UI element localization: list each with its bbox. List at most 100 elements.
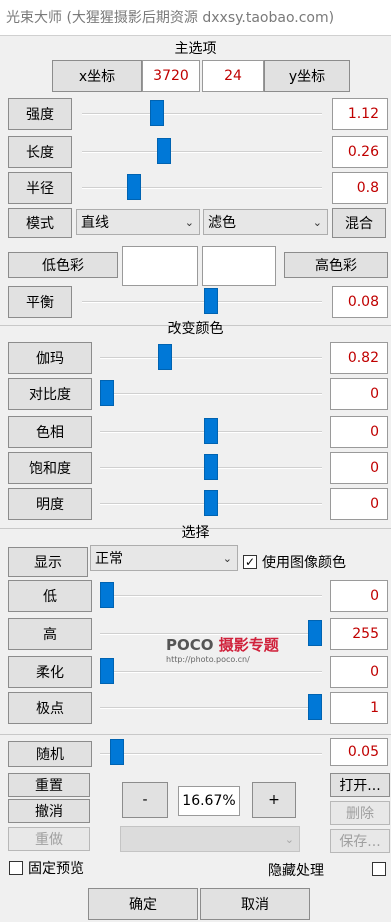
- high-value[interactable]: 255: [330, 618, 388, 650]
- soften-slider-thumb[interactable]: [100, 658, 114, 684]
- pole-slider-track[interactable]: [100, 707, 322, 709]
- contrast-label: 对比度: [8, 378, 92, 410]
- chevron-down-icon: ⌄: [312, 215, 322, 229]
- saturation-value[interactable]: 0: [330, 452, 388, 484]
- strength-value[interactable]: 1.12: [332, 98, 388, 130]
- zoom-value: 16.67%: [178, 786, 240, 816]
- random-button[interactable]: 随机: [8, 741, 92, 767]
- preset-select[interactable]: ⌄: [120, 826, 300, 852]
- main-section-title: 主选项: [174, 41, 217, 57]
- gamma-slider-track[interactable]: [100, 357, 322, 359]
- radius-value[interactable]: 0.8: [332, 172, 388, 204]
- blend-select[interactable]: 滤色 ⌄: [203, 209, 328, 235]
- pole-label: 极点: [8, 692, 92, 724]
- chevron-down-icon: ⌄: [284, 832, 294, 846]
- high-color-button[interactable]: 高色彩: [284, 252, 388, 278]
- brightness-value[interactable]: 0: [330, 488, 388, 520]
- low-slider-thumb[interactable]: [100, 582, 114, 608]
- random-slider-track[interactable]: [100, 753, 322, 755]
- low-label: 低: [8, 580, 92, 612]
- y-coordinate-value[interactable]: 24: [202, 60, 264, 92]
- gamma-value[interactable]: 0.82: [330, 342, 388, 374]
- mode-label: 模式: [8, 208, 72, 238]
- strength-label: 强度: [8, 98, 72, 130]
- high-slider-thumb[interactable]: [308, 620, 322, 646]
- check-icon: ✓: [244, 555, 256, 569]
- pole-slider-thumb[interactable]: [308, 694, 322, 720]
- soften-label: 柔化: [8, 656, 92, 688]
- strength-slider-track[interactable]: [82, 113, 322, 115]
- x-coordinate-value[interactable]: 3720: [142, 60, 200, 92]
- select-section-title: 选择: [181, 525, 210, 541]
- pole-value[interactable]: 1: [330, 692, 388, 724]
- mode-select[interactable]: 直线 ⌄: [76, 209, 200, 235]
- length-slider-thumb[interactable]: [156, 138, 171, 164]
- brightness-slider-thumb[interactable]: [204, 490, 218, 516]
- show-button[interactable]: 显示: [8, 547, 88, 577]
- balance-label: 平衡: [8, 286, 72, 318]
- blend-select-value: 滤色: [208, 215, 236, 231]
- use-image-color-label: 使用图像颜色: [262, 555, 346, 571]
- soften-slider-track[interactable]: [100, 671, 322, 673]
- balance-value[interactable]: 0.08: [332, 286, 388, 318]
- low-color-button[interactable]: 低色彩: [8, 252, 118, 278]
- delete-button[interactable]: 删除: [330, 801, 390, 825]
- mode-select-value: 直线: [81, 215, 109, 231]
- balance-slider-track[interactable]: [82, 301, 322, 303]
- brightness-label: 明度: [8, 488, 92, 520]
- gamma-label: 伽玛: [8, 342, 92, 374]
- section-divider: [0, 734, 391, 735]
- contrast-value[interactable]: 0: [330, 378, 388, 410]
- ok-button[interactable]: 确定: [88, 888, 198, 920]
- random-value[interactable]: 0.05: [330, 738, 388, 766]
- hide-process-label: 隐藏处理: [268, 863, 324, 879]
- cancel-button[interactable]: 取消: [200, 888, 310, 920]
- poco-watermark: POCO 摄影专题 http://photo.poco.cn/: [166, 634, 279, 664]
- gamma-slider-thumb[interactable]: [158, 344, 173, 370]
- mix-button[interactable]: 混合: [332, 208, 386, 238]
- length-value[interactable]: 0.26: [332, 136, 388, 168]
- fixed-preview-checkbox[interactable]: [9, 861, 23, 875]
- poco-logo: POCO 摄影专题: [166, 636, 279, 654]
- y-coordinate-label: y坐标: [264, 60, 350, 92]
- redo-button[interactable]: 重做: [8, 827, 90, 851]
- length-label: 长度: [8, 136, 72, 168]
- strength-slider-thumb[interactable]: [149, 100, 164, 126]
- chevron-down-icon: ⌄: [184, 215, 194, 229]
- show-select-value: 正常: [95, 551, 123, 567]
- random-slider-thumb[interactable]: [110, 739, 125, 765]
- x-coordinate-label: x坐标: [52, 60, 142, 92]
- radius-label: 半径: [8, 172, 72, 204]
- save-button[interactable]: 保存...: [330, 829, 390, 853]
- undo-button[interactable]: 撤消: [8, 799, 90, 823]
- saturation-slider-thumb[interactable]: [204, 454, 218, 480]
- zoom-out-button[interactable]: -: [122, 782, 168, 818]
- low-value[interactable]: 0: [330, 580, 388, 612]
- high-label: 高: [8, 618, 92, 650]
- contrast-slider-thumb[interactable]: [100, 380, 114, 406]
- balance-slider-thumb[interactable]: [204, 288, 219, 314]
- soften-value[interactable]: 0: [330, 656, 388, 688]
- radius-slider-thumb[interactable]: [127, 174, 142, 200]
- zoom-in-button[interactable]: +: [252, 782, 296, 818]
- low-color-swatch[interactable]: [122, 246, 198, 286]
- contrast-slider-track[interactable]: [100, 393, 322, 395]
- reset-button[interactable]: 重置: [8, 773, 90, 797]
- hue-value[interactable]: 0: [330, 416, 388, 448]
- window-title: 光束大师 (大猩猩摄影后期资源 dxxsy.taobao.com): [0, 0, 391, 36]
- low-slider-track[interactable]: [100, 595, 322, 597]
- radius-slider-track[interactable]: [82, 187, 322, 189]
- fixed-preview-label: 固定预览: [28, 861, 84, 877]
- show-select[interactable]: 正常 ⌄: [90, 545, 238, 571]
- color-section-title: 改变颜色: [167, 321, 224, 337]
- saturation-label: 饱和度: [8, 452, 92, 484]
- chevron-down-icon: ⌄: [222, 551, 232, 565]
- hue-slider-thumb[interactable]: [204, 418, 218, 444]
- use-image-color-checkbox[interactable]: ✓: [243, 555, 257, 569]
- poco-url: http://photo.poco.cn/: [166, 655, 250, 664]
- open-button[interactable]: 打开...: [330, 773, 390, 797]
- length-slider-track[interactable]: [82, 151, 322, 153]
- hue-label: 色相: [8, 416, 92, 448]
- hide-process-checkbox[interactable]: [372, 862, 386, 876]
- high-color-swatch[interactable]: [202, 246, 276, 286]
